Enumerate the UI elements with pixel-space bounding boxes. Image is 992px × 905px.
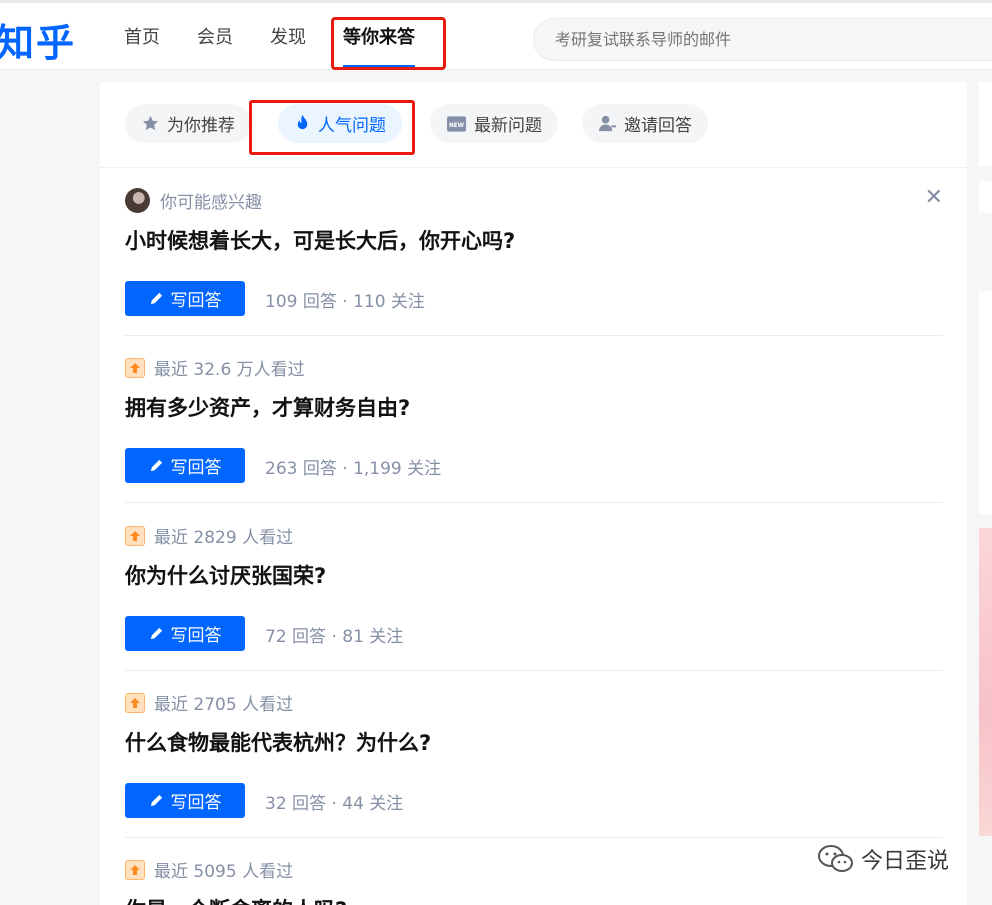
hot-arrow-icon [125,859,145,880]
highlight-box-tab [249,100,415,155]
tab-recommended[interactable]: 为你推荐 [125,104,251,143]
tab-label: 为你推荐 [167,116,235,136]
tab-label: 邀请回答 [624,116,692,136]
question-meta: 最近 32.6 万人看过 [125,355,305,380]
button-label: 写回答 [170,793,222,813]
highlight-box-nav [331,17,446,70]
svg-text:NEW: NEW [449,122,465,128]
avatar [125,188,150,213]
close-icon[interactable]: ✕ [925,184,943,212]
watermark-text: 今日歪说 [861,849,950,874]
pencil-icon [150,459,162,472]
pencil-icon [150,627,162,640]
tab-label: 最新问题 [474,116,542,136]
hot-arrow-icon [125,692,145,713]
zhihu-logo[interactable]: 知乎 [0,12,76,67]
side-banner-ad[interactable] [979,528,992,836]
question-feed-card: 为你推荐 人气问题 NEW 最新问题 邀请回答 你可能感兴趣 ✕ 小时候想着长大… [100,82,967,905]
button-label: 写回答 [170,291,222,311]
question-title[interactable]: 什么食物最能代表杭州？为什么? [125,727,431,757]
question-stats: 32 回答 · 44 关注 [265,794,404,814]
nav-discover[interactable]: 发现 [270,3,306,70]
question-item: 最近 2705 人看过 什么食物最能代表杭州？为什么? 写回答 32 回答 · … [125,690,943,838]
side-card [979,181,992,213]
question-title[interactable]: 你为什么讨厌张国荣? [125,560,326,590]
invite-user-icon [598,115,617,132]
side-card [979,291,992,514]
filter-tabs: 为你推荐 人气问题 NEW 最新问题 邀请回答 [100,82,967,168]
meta-text: 最近 32.6 万人看过 [154,360,305,380]
button-label: 写回答 [170,458,222,478]
question-item: 最近 32.6 万人看过 拥有多少资产，才算财务自由? 写回答 263 回答 ·… [125,355,943,503]
question-meta: 最近 5095 人看过 [125,857,293,882]
meta-text: 你可能感兴趣 [160,193,262,213]
button-label: 写回答 [170,626,222,646]
question-item: 你可能感兴趣 ✕ 小时候想着长大，可是长大后，你开心吗? 写回答 109 回答 … [125,185,943,336]
question-stats: 72 回答 · 81 关注 [265,627,404,647]
new-badge-icon: NEW [446,115,467,132]
write-answer-button[interactable]: 写回答 [125,448,245,483]
question-title[interactable]: 拥有多少资产，才算财务自由? [125,392,410,422]
question-title[interactable]: 小时候想着长大，可是长大后，你开心吗? [125,225,515,255]
wechat-icon [818,845,853,872]
question-meta: 你可能感兴趣 [125,188,262,213]
pencil-icon [150,794,162,807]
question-stats: 263 回答 · 1,199 关注 [265,459,442,479]
write-answer-button[interactable]: 写回答 [125,616,245,651]
hot-arrow-icon [125,357,145,378]
write-answer-button[interactable]: 写回答 [125,281,245,316]
hot-arrow-icon [125,525,145,546]
search-input[interactable] [533,18,992,61]
watermark: 今日歪说 [817,843,949,875]
question-meta: 最近 2705 人看过 [125,690,293,715]
side-card [979,82,992,166]
meta-text: 最近 5095 人看过 [154,862,294,882]
top-header: 知乎 首页 会员 发现 等你来答 [0,0,992,70]
question-stats: 109 回答 · 110 关注 [265,292,425,312]
meta-text: 最近 2829 人看过 [154,528,294,548]
meta-text: 最近 2705 人看过 [154,695,294,715]
tab-invited[interactable]: 邀请回答 [582,104,708,143]
pencil-icon [150,292,162,305]
write-answer-button[interactable]: 写回答 [125,783,245,818]
question-meta: 最近 2829 人看过 [125,523,293,548]
question-item: 最近 2829 人看过 你为什么讨厌张国荣? 写回答 72 回答 · 81 关注 [125,523,943,671]
star-icon [142,115,159,131]
tab-newest[interactable]: NEW 最新问题 [430,104,558,143]
question-title[interactable]: 你是一个断舍离的人吗? [125,894,347,905]
nav-vip[interactable]: 会员 [197,3,233,70]
nav-home[interactable]: 首页 [124,3,160,70]
